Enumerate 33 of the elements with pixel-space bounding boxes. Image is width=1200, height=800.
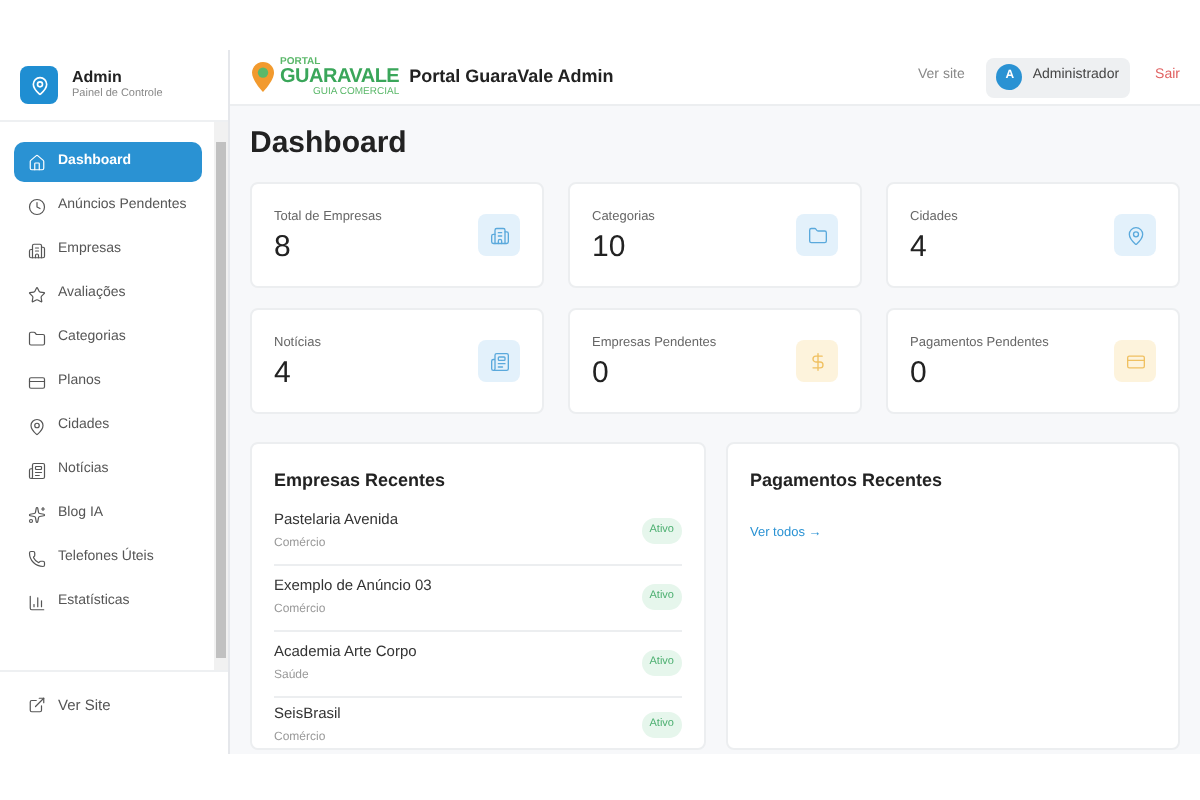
admin-logo-icon <box>20 66 58 104</box>
building-icon <box>489 225 509 245</box>
folder-icon <box>28 329 46 347</box>
clock-icon <box>28 197 46 215</box>
stat-value: 4 <box>274 358 293 389</box>
map-pin-logo-icon <box>250 60 276 94</box>
folder-icon <box>807 225 827 245</box>
newspaper-icon <box>489 351 509 371</box>
panel-title: Pagamentos Recentes <box>750 468 945 494</box>
building-icon <box>28 241 46 259</box>
stat-value: 10 <box>592 232 628 263</box>
card-icon <box>1125 351 1145 371</box>
external-link-icon <box>28 696 46 715</box>
home-icon <box>28 153 46 171</box>
stat-value: 4 <box>910 232 929 263</box>
star-icon <box>28 285 46 303</box>
sidebar-title: Admin <box>72 68 124 88</box>
phone-icon <box>28 549 46 567</box>
stat-value: 0 <box>592 358 611 389</box>
map-pin-icon <box>1125 225 1145 245</box>
bar-chart-icon <box>28 593 46 611</box>
logo-wordmark: GUARAVALE <box>280 67 400 87</box>
panel-title: Empresas Recentes <box>274 468 448 494</box>
stat-value: 8 <box>274 232 293 263</box>
stat-value: 0 <box>910 358 929 389</box>
scrollbar[interactable] <box>214 122 228 670</box>
app-title: Portal GuaraVale Admin <box>409 63 614 90</box>
page-title: Dashboard <box>250 128 409 158</box>
newspaper-icon <box>28 461 46 479</box>
sparkles-icon <box>28 505 46 523</box>
map-pin-icon <box>28 417 46 435</box>
dollar-icon <box>807 351 827 371</box>
card-icon <box>28 373 46 391</box>
